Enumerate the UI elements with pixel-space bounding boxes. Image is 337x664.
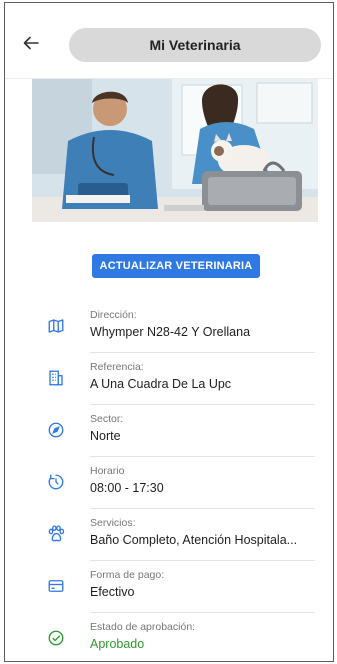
paw-icon	[45, 523, 67, 545]
detail-sector: Sector: Norte	[5, 405, 333, 457]
veterinary-photo	[32, 79, 318, 222]
page-title: Mi Veterinaria	[69, 28, 321, 62]
detail-label: Horario	[90, 465, 125, 477]
clock-icon	[45, 471, 67, 493]
detail-label: Sector:	[90, 413, 124, 425]
detail-value: Baño Completo, Atención Hospitala...	[90, 533, 298, 547]
check-circle-icon	[45, 627, 67, 649]
update-veterinary-button[interactable]: ACTUALIZAR VETERINARIA	[92, 254, 260, 278]
detail-value: Whymper N28-42 Y Orellana	[90, 325, 251, 339]
arrow-left-icon	[23, 36, 39, 50]
detail-label: Forma de pago:	[90, 569, 165, 581]
compass-icon	[45, 419, 67, 441]
detail-approval-status: Estado de aprobación: Aprobado	[5, 613, 333, 661]
detail-value: Efectivo	[90, 585, 135, 599]
detail-reference: Referencia: A Una Cuadra De La Upc	[5, 353, 333, 405]
detail-label: Referencia:	[90, 361, 144, 373]
approval-status-value: Aprobado	[90, 637, 145, 651]
app-frame: Mi Veterinaria ACTUALIZAR VETERINARIA Di…	[4, 2, 334, 662]
detail-label: Servicios:	[90, 517, 136, 529]
detail-services: Servicios: Baño Completo, Atención Hospi…	[5, 509, 333, 561]
detail-value: Norte	[90, 429, 121, 443]
app-header: Mi Veterinaria	[5, 3, 333, 79]
map-icon	[45, 315, 67, 337]
back-button[interactable]	[19, 31, 43, 55]
detail-value: A Una Cuadra De La Upc	[90, 377, 232, 391]
detail-label: Dirección:	[90, 309, 137, 321]
detail-value: 08:00 - 17:30	[90, 481, 164, 495]
detail-schedule: Horario 08:00 - 17:30	[5, 457, 333, 509]
detail-payment: Forma de pago: Efectivo	[5, 561, 333, 613]
detail-address: Dirección: Whymper N28-42 Y Orellana	[5, 301, 333, 353]
credit-card-icon	[45, 575, 67, 597]
detail-label: Estado de aprobación:	[90, 621, 196, 633]
building-icon	[45, 367, 67, 389]
